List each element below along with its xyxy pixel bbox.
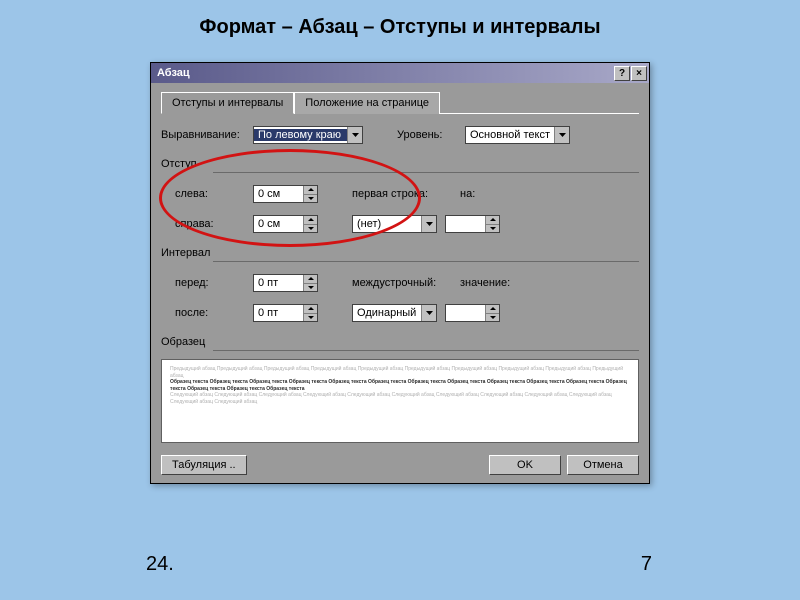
chevron-down-icon (421, 305, 436, 321)
linespacing-value: Одинарный (353, 307, 421, 319)
chevron-down-icon (421, 216, 436, 232)
before-spinner[interactable]: 0 пт (253, 274, 318, 292)
footnote-left: 24. (146, 553, 174, 576)
before-label: перед: (161, 277, 253, 289)
help-button[interactable]: ? (614, 66, 630, 81)
by-label: на: (460, 188, 498, 200)
level-dropdown[interactable]: Основной текст (465, 126, 570, 144)
chevron-up-icon[interactable] (485, 305, 499, 314)
chevron-up-icon[interactable] (485, 216, 499, 225)
before-value: 0 пт (254, 275, 303, 291)
level-label: Уровень: (397, 129, 457, 141)
preview-next-text: Следующий абзац Следующий абзац Следующи… (170, 392, 630, 405)
linespacing-dropdown[interactable]: Одинарный (352, 304, 437, 322)
indent-right-label: справа: (161, 218, 253, 230)
chevron-up-icon[interactable] (303, 275, 317, 284)
indent-left-value: 0 см (254, 186, 303, 202)
chevron-down-icon[interactable] (303, 195, 317, 203)
paragraph-dialog: Абзац ? × Отступы и интервалы Положение … (150, 62, 650, 484)
chevron-down-icon[interactable] (303, 225, 317, 233)
indent-right-value: 0 см (254, 216, 303, 232)
firstline-dropdown[interactable]: (нет) (352, 215, 437, 233)
firstline-value: (нет) (353, 218, 421, 230)
at-label: значение: (460, 277, 516, 289)
chevron-down-icon[interactable] (485, 314, 499, 322)
chevron-down-icon (554, 127, 569, 143)
spacing-group-label: Интервал (161, 247, 639, 259)
by-value (446, 216, 485, 232)
page-heading: Формат – Абзац – Отступы и интервалы (0, 0, 800, 49)
separator (213, 261, 639, 262)
tab-indents[interactable]: Отступы и интервалы (161, 92, 294, 114)
close-button[interactable]: × (631, 66, 647, 81)
at-spinner[interactable] (445, 304, 500, 322)
firstline-label: первая строка: (352, 188, 452, 200)
footer: Табуляция .. OK Отмена (161, 455, 639, 475)
after-label: после: (161, 307, 253, 319)
by-spinner[interactable] (445, 215, 500, 233)
cancel-button[interactable]: Отмена (567, 455, 639, 475)
titlebar: Абзац ? × (151, 63, 649, 83)
indent-right-spinner[interactable]: 0 см (253, 215, 318, 233)
chevron-down-icon[interactable] (485, 225, 499, 233)
indent-left-spinner[interactable]: 0 см (253, 185, 318, 203)
linespacing-label: междустрочный: (352, 277, 452, 289)
alignment-value: По левому краю (254, 129, 347, 141)
tab-position[interactable]: Положение на странице (294, 92, 440, 114)
preview-prev-text: Предыдущий абзац Предыдущий абзац Предыд… (170, 366, 630, 379)
chevron-up-icon[interactable] (303, 305, 317, 314)
chevron-up-icon[interactable] (303, 186, 317, 195)
after-spinner[interactable]: 0 пт (253, 304, 318, 322)
chevron-down-icon (347, 127, 362, 143)
separator (213, 350, 639, 351)
footnote-right: 7 (641, 553, 652, 576)
preview-sample-text: Образец текста Образец текста Образец те… (170, 379, 630, 392)
ok-button[interactable]: OK (489, 455, 561, 475)
tabulation-button[interactable]: Табуляция .. (161, 455, 247, 475)
alignment-dropdown[interactable]: По левому краю (253, 126, 363, 144)
tab-bar: Отступы и интервалы Положение на страниц… (161, 91, 639, 114)
indent-left-label: слева: (161, 188, 253, 200)
alignment-label: Выравнивание: (161, 129, 253, 141)
at-value (446, 305, 485, 321)
titlebar-text: Абзац (157, 67, 613, 79)
dialog-body: Отступы и интервалы Положение на страниц… (151, 83, 649, 483)
after-value: 0 пт (254, 305, 303, 321)
level-value: Основной текст (466, 129, 554, 141)
preview-pane: Предыдущий абзац Предыдущий абзац Предыд… (161, 359, 639, 443)
chevron-up-icon[interactable] (303, 216, 317, 225)
chevron-down-icon[interactable] (303, 314, 317, 322)
indent-group-label: Отступ (161, 158, 639, 170)
chevron-down-icon[interactable] (303, 284, 317, 292)
preview-label: Образец (161, 336, 639, 348)
separator (213, 172, 639, 173)
